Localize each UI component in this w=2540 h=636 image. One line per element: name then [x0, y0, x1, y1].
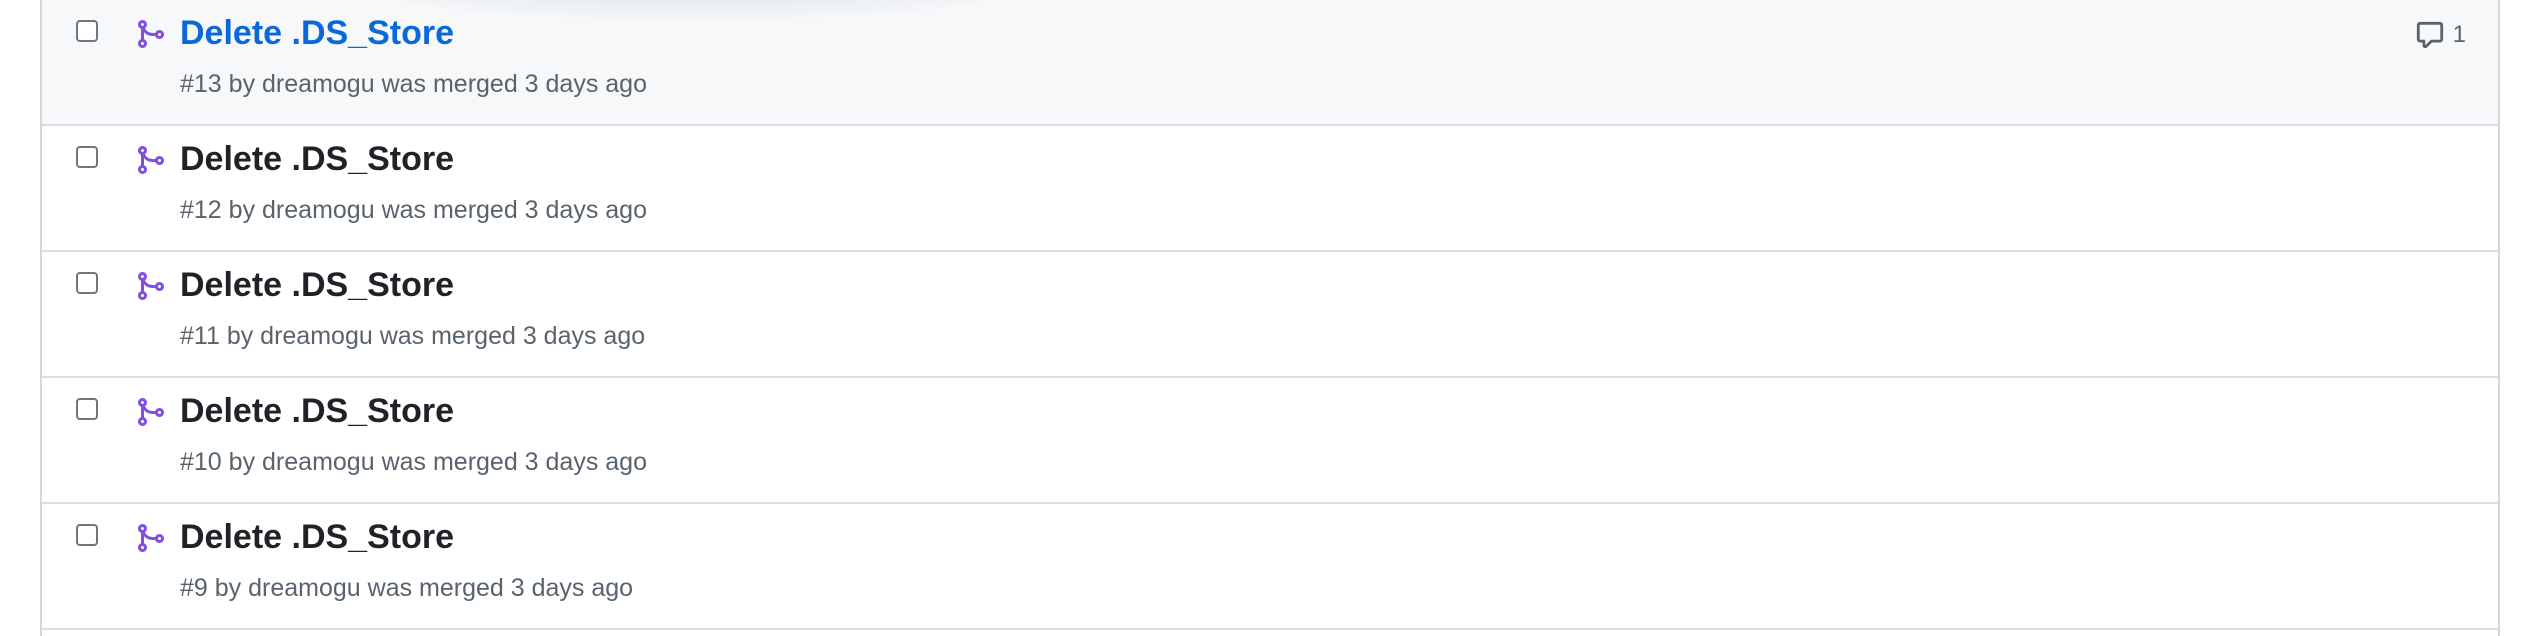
pr-meta: #11 by dreamogu was merged 3 days ago — [180, 322, 645, 351]
git-merge-icon — [138, 398, 165, 426]
pr-by: by — [228, 196, 256, 224]
comment-icon — [2416, 21, 2443, 49]
pr-number: #10 — [180, 448, 222, 476]
pr-number: #12 — [180, 196, 222, 224]
comment-count: 1 — [2452, 21, 2466, 48]
git-merge-icon — [138, 272, 165, 300]
pr-status: was merged 3 days ago — [381, 70, 647, 98]
pr-author-link[interactable]: dreamogu — [262, 448, 375, 476]
pr-row-11[interactable]: Delete .DS_Store #11 by dreamogu was mer… — [42, 252, 2498, 378]
pr-row-10[interactable]: Delete .DS_Store #10 by dreamogu was mer… — [42, 378, 2498, 504]
pr-row-9[interactable]: Delete .DS_Store #9 by dreamogu was merg… — [42, 504, 2498, 630]
git-merge-icon — [138, 146, 165, 174]
pr-status: was merged 3 days ago — [379, 322, 646, 350]
pr-row-13[interactable]: Delete .DS_Store #13 by dreamogu was mer… — [42, 0, 2498, 126]
pr-number: #9 — [180, 574, 208, 602]
pr-title-link[interactable]: Delete .DS_Store — [180, 14, 454, 53]
pr-title-link[interactable]: Delete .DS_Store — [180, 266, 454, 305]
select-checkbox[interactable] — [76, 272, 98, 294]
pr-by: by — [226, 322, 254, 350]
pr-title-link[interactable]: Delete .DS_Store — [180, 140, 454, 179]
tooltip-shadow — [372, 0, 1012, 20]
pull-request-list: Delete .DS_Store #13 by dreamogu was mer… — [40, 0, 2500, 636]
pr-status: was merged 3 days ago — [367, 574, 634, 602]
pr-number: #13 — [180, 70, 222, 98]
pr-title-link[interactable]: Delete .DS_Store — [180, 392, 454, 431]
pr-title-link[interactable]: Delete .DS_Store — [180, 518, 454, 557]
pr-status: was merged 3 days ago — [381, 448, 647, 476]
pr-number: #11 — [180, 322, 220, 350]
select-checkbox[interactable] — [76, 398, 98, 420]
pr-author-link[interactable]: dreamogu — [260, 322, 373, 350]
pr-by: by — [228, 448, 256, 476]
pr-meta: #13 by dreamogu was merged 3 days ago — [180, 70, 647, 99]
git-merge-icon — [138, 20, 165, 48]
pr-author-link[interactable]: dreamogu — [248, 574, 361, 602]
pr-meta: #10 by dreamogu was merged 3 days ago — [180, 448, 647, 477]
comments-link[interactable]: 1 — [2415, 20, 2466, 50]
pr-author-link[interactable]: dreamogu — [262, 196, 375, 224]
pr-by: by — [228, 70, 256, 98]
pr-meta: #12 by dreamogu was merged 3 days ago — [180, 196, 647, 225]
select-checkbox[interactable] — [76, 524, 98, 546]
pr-status: was merged 3 days ago — [381, 196, 647, 224]
pr-by: by — [214, 574, 242, 602]
pr-meta: #9 by dreamogu was merged 3 days ago — [180, 574, 633, 603]
pr-author-link[interactable]: dreamogu — [262, 70, 375, 98]
select-checkbox[interactable] — [76, 146, 98, 168]
pr-row-12[interactable]: Delete .DS_Store #12 by dreamogu was mer… — [42, 126, 2498, 252]
select-checkbox[interactable] — [76, 20, 98, 42]
git-merge-icon — [138, 524, 165, 552]
